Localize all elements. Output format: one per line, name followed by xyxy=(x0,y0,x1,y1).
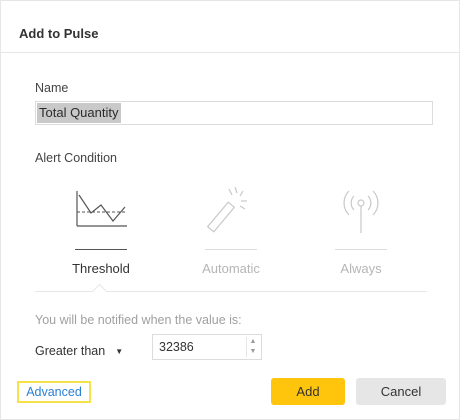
tab-threshold[interactable]: Threshold xyxy=(55,181,147,285)
name-label: Name xyxy=(35,81,69,95)
tab-always-underline xyxy=(335,249,387,250)
caret-down-icon: ▼ xyxy=(115,346,124,356)
operator-select[interactable]: Greater than ▼ xyxy=(35,341,123,361)
operator-select-value: Greater than xyxy=(35,344,106,358)
tab-automatic-label: Automatic xyxy=(202,261,260,276)
tab-always[interactable]: Always xyxy=(315,181,407,285)
stepper-down-icon[interactable]: ▼ xyxy=(247,347,259,357)
name-input[interactable]: Total Quantity xyxy=(35,101,433,125)
threshold-value-input[interactable]: 32386 ▲ ▼ xyxy=(152,334,262,360)
active-tab-caret xyxy=(91,283,108,300)
threshold-value: 32386 xyxy=(159,340,194,354)
antenna-icon xyxy=(343,190,379,233)
name-input-value: Total Quantity xyxy=(37,103,121,123)
tab-threshold-underline xyxy=(75,249,127,250)
add-button[interactable]: Add xyxy=(271,378,345,405)
add-to-pulse-dialog: Add to Pulse Name Total Quantity Alert C… xyxy=(0,0,460,420)
magic-wand-icon xyxy=(206,186,247,233)
tab-automatic-underline xyxy=(205,249,257,250)
dialog-title: Add to Pulse xyxy=(19,26,99,41)
tab-threshold-label: Threshold xyxy=(72,261,130,276)
tab-always-label: Always xyxy=(340,261,382,276)
tab-automatic[interactable]: Automatic xyxy=(185,181,277,285)
advanced-link[interactable]: Advanced xyxy=(17,381,91,403)
value-stepper[interactable]: ▲ ▼ xyxy=(246,337,259,357)
alert-condition-label: Alert Condition xyxy=(35,151,117,165)
stepper-up-icon[interactable]: ▲ xyxy=(247,337,259,347)
notify-description: You will be notified when the value is: xyxy=(35,313,242,327)
cancel-button[interactable]: Cancel xyxy=(356,378,446,405)
threshold-chart-icon xyxy=(76,191,127,227)
dialog-header: Add to Pulse xyxy=(1,1,459,53)
